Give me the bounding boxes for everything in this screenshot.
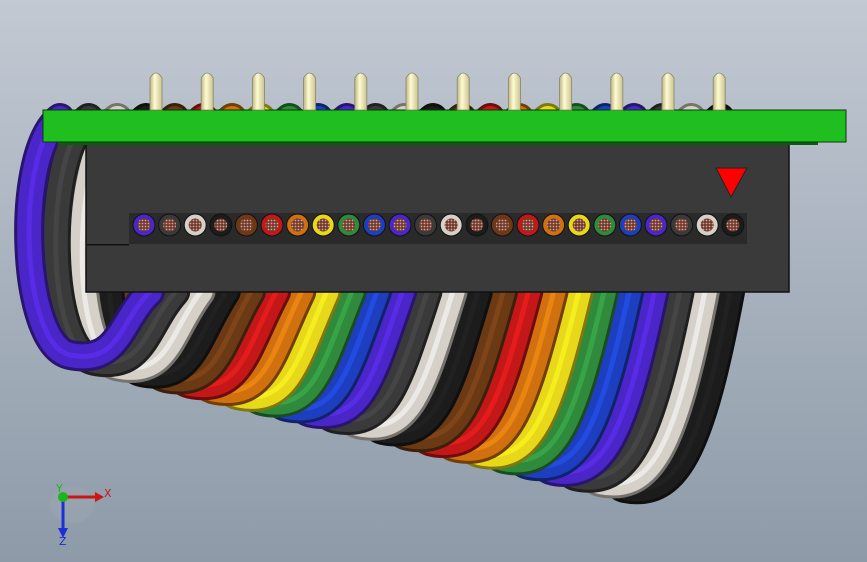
conductor-strands [547,218,561,232]
header-pin [354,72,368,111]
header-pin [661,72,675,111]
conductor-strands [623,218,637,232]
header-pin [508,72,521,111]
header-pin [252,72,265,111]
header-pin [149,72,163,111]
conductor-strands [444,218,458,232]
conductor-strands [316,218,330,232]
conductor-strands [675,218,689,232]
model-scene[interactable]: X Y Z [0,0,867,562]
conductor-strands [726,218,740,232]
conductor-strands [521,218,535,232]
conductor-strands [239,218,253,232]
axis-z-label: Z [59,535,67,548]
header-pin [712,72,726,111]
header-pin [405,72,419,111]
conductor-strands [495,218,509,232]
conductor-strands [470,218,484,232]
header-pin [559,72,572,111]
conductor-strands [137,218,151,232]
conductor-strands [163,218,177,232]
conductor-strands [572,218,586,232]
header-pin [610,72,624,111]
conductor-strands [214,218,228,232]
conductor-strands [598,218,612,232]
axis-y-label: Y [55,482,63,495]
conductor-strands [291,218,305,232]
header-pin [200,72,214,111]
conductor-strands [265,218,279,232]
conductor-strands [342,218,356,232]
conductor-strands [700,218,714,232]
pcb-top-face [42,109,847,143]
header-pin [456,72,470,111]
conductor-strands [393,218,407,232]
axis-x-label: X [104,487,112,500]
header-pin [303,72,316,111]
conductor-strands [649,218,663,232]
3d-viewport[interactable]: X Y Z [0,0,867,562]
conductor-strands [188,218,202,232]
conductor-strands [419,218,433,232]
connector-left-notch [87,244,129,246]
idc-connector[interactable] [85,140,790,293]
conductor-strands [367,218,381,232]
